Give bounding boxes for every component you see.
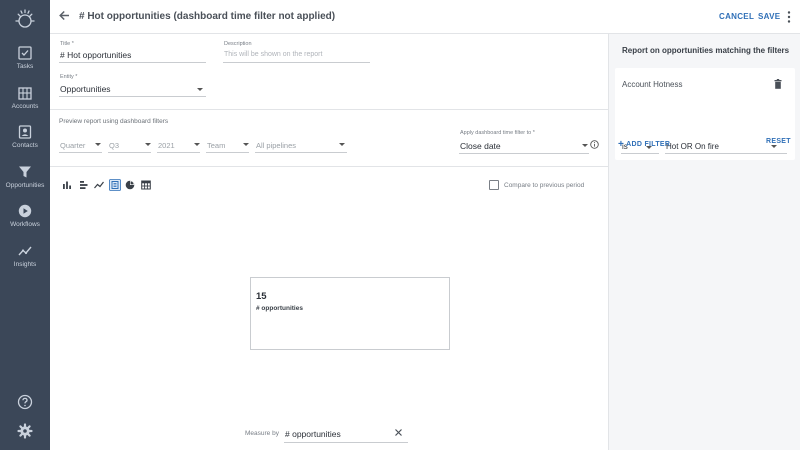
- header: # Hot opportunities (dashboard time filt…: [50, 0, 800, 34]
- accounts-icon: [18, 87, 32, 100]
- bar-chart-icon[interactable]: [62, 180, 72, 190]
- sidebar-item-accounts[interactable]: Accounts: [0, 86, 50, 124]
- metric-card: 15 # opportunities: [250, 277, 450, 350]
- help-icon[interactable]: [17, 394, 33, 410]
- opportunities-icon: [19, 166, 31, 178]
- chevron-down-icon[interactable]: [194, 143, 200, 146]
- period-underline: [59, 152, 102, 153]
- divider: [50, 166, 608, 167]
- table-icon[interactable]: [141, 180, 151, 190]
- number-icon[interactable]: [109, 179, 121, 191]
- measure-underline: [284, 442, 408, 443]
- sidebar-item-opportunities[interactable]: Opportunities: [0, 165, 50, 203]
- compare-label: Compare to previous period: [504, 182, 585, 189]
- info-icon[interactable]: [590, 140, 599, 149]
- filter-value-select[interactable]: Hot OR On fire: [666, 142, 719, 151]
- operator-underline: [621, 153, 659, 154]
- description-input[interactable]: This will be shown on the report: [224, 51, 322, 58]
- apply-filter-underline: [459, 153, 589, 154]
- cancel-button[interactable]: CANCEL: [719, 12, 754, 21]
- period-select[interactable]: Quarter: [60, 141, 85, 150]
- chevron-down-icon[interactable]: [339, 143, 345, 146]
- year-select[interactable]: 2021: [158, 141, 175, 150]
- measure-select[interactable]: # opportunities: [285, 429, 341, 439]
- logo-icon[interactable]: [13, 8, 37, 32]
- apply-filter-label: Apply dashboard time filter to *: [460, 130, 535, 136]
- sidebar-item-tasks[interactable]: Tasks: [0, 46, 50, 84]
- chevron-down-icon[interactable]: [95, 143, 101, 146]
- entity-label: Entity *: [60, 74, 78, 80]
- title-underline: [59, 62, 206, 63]
- preview-section-label: Preview report using dashboard filters: [59, 118, 169, 125]
- entity-select[interactable]: Opportunities: [60, 84, 111, 94]
- title-input[interactable]: # Hot opportunities: [60, 50, 131, 60]
- filter-panel-title: Report on opportunities matching the fil…: [622, 46, 790, 55]
- chevron-down-icon[interactable]: [582, 144, 588, 147]
- pipeline-select[interactable]: All pipelines: [256, 141, 296, 150]
- chevron-down-icon[interactable]: [771, 145, 777, 148]
- team-select[interactable]: Team: [207, 141, 225, 150]
- quarter-underline: [108, 152, 151, 153]
- horizontal-bar-icon[interactable]: [79, 180, 89, 190]
- line-chart-icon[interactable]: [94, 180, 104, 190]
- workflows-icon: [18, 204, 32, 218]
- page-title: # Hot opportunities (dashboard time filt…: [79, 11, 336, 22]
- reset-button[interactable]: RESET: [766, 138, 791, 145]
- filter-panel: Report on opportunities matching the fil…: [608, 34, 800, 450]
- sidebar-item-workflows[interactable]: Workflows: [0, 204, 50, 242]
- metric-value: 15: [256, 291, 267, 302]
- more-vertical-icon[interactable]: [787, 11, 791, 23]
- save-button[interactable]: SAVE: [758, 12, 780, 21]
- sidebar-item-label: Contacts: [12, 142, 38, 149]
- sidebar-item-label: Insights: [13, 261, 37, 268]
- apply-filter-select[interactable]: Close date: [460, 141, 501, 151]
- add-filter-label: ADD FILTER: [626, 141, 671, 148]
- sidebar-item-label: Tasks: [16, 63, 34, 70]
- sidebar-item-insights[interactable]: Insights: [0, 244, 50, 282]
- entity-underline: [59, 96, 206, 97]
- metric-label: # opportunities: [256, 305, 303, 312]
- value-underline: [665, 153, 787, 154]
- description-underline: [223, 62, 370, 63]
- pipeline-underline: [255, 152, 347, 153]
- divider: [50, 109, 608, 110]
- insights-icon: [18, 246, 32, 256]
- sidebar-item-label: Accounts: [11, 103, 39, 110]
- quarter-select[interactable]: Q3: [109, 141, 119, 150]
- measure-label: Measure by: [245, 430, 279, 437]
- team-underline: [206, 152, 249, 153]
- compare-checkbox[interactable]: [489, 180, 499, 190]
- sidebar: Tasks Accounts Contacts Opportunities Wo…: [0, 0, 50, 450]
- year-underline: [157, 152, 200, 153]
- contacts-icon: [18, 125, 32, 139]
- title-label: Title *: [60, 41, 74, 47]
- tasks-icon: [18, 46, 32, 60]
- add-filter-button[interactable]: + ADD FILTER: [618, 138, 671, 150]
- pie-chart-icon[interactable]: [125, 180, 135, 190]
- back-arrow-icon[interactable]: [58, 9, 71, 22]
- chevron-down-icon[interactable]: [243, 143, 249, 146]
- settings-icon[interactable]: [17, 423, 33, 439]
- delete-icon[interactable]: [774, 79, 782, 89]
- close-icon[interactable]: [394, 428, 403, 437]
- sidebar-item-label: Workflows: [10, 221, 40, 228]
- description-label: Description: [224, 41, 252, 47]
- sidebar-item-label: Opportunities: [5, 182, 45, 189]
- chevron-down-icon[interactable]: [145, 143, 151, 146]
- plus-icon: +: [618, 139, 625, 150]
- sidebar-item-contacts[interactable]: Contacts: [0, 125, 50, 163]
- chevron-down-icon[interactable]: [197, 88, 203, 91]
- filter-field-name: Account Hotness: [622, 80, 683, 89]
